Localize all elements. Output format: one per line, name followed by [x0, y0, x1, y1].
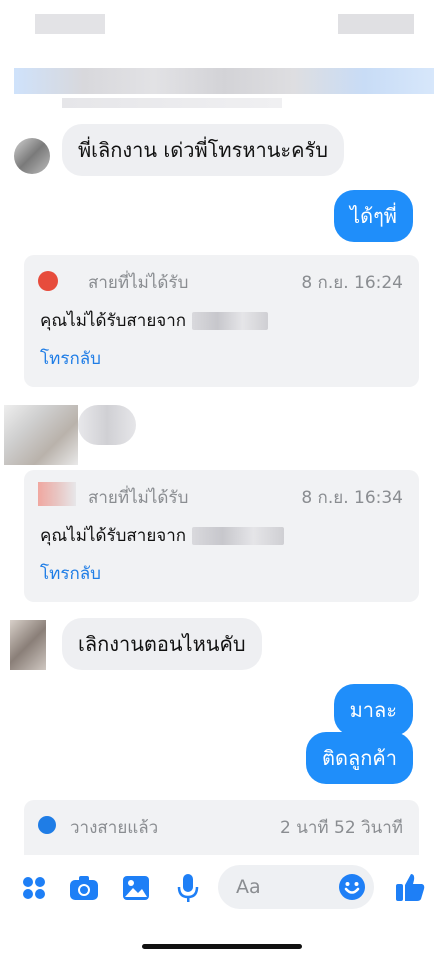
- call-status: สายที่ไม่ได้รับ: [88, 488, 189, 508]
- outgoing-message: ติดลูกค้า: [306, 732, 413, 784]
- outgoing-message: ได้ๆพี่: [334, 190, 413, 242]
- call-time: 8 ก.ย. 16:34: [301, 488, 403, 508]
- message-text: ติดลูกค้า: [306, 732, 413, 784]
- message-text: พี่เลิกงาน เด่วพี่โทรหานะครับ: [62, 124, 344, 176]
- missed-call-icon: [38, 271, 58, 291]
- call-status: สายที่ไม่ได้รับ: [88, 273, 189, 293]
- call-time: 8 ก.ย. 16:24: [301, 273, 403, 293]
- avatar: [14, 138, 50, 174]
- missed-call-icon: [38, 482, 76, 506]
- call-back-button[interactable]: โทรกลับ: [40, 345, 101, 372]
- call-time: 2 นาที 52 วินาที: [280, 818, 403, 838]
- home-indicator: [142, 944, 302, 949]
- blurred-name: [192, 312, 269, 330]
- missed-call-card: สายที่ไม่ได้รับ 8 ก.ย. 16:34 คุณไม่ได้รั…: [24, 470, 419, 602]
- missed-call-card: สายที่ไม่ได้รับ 8 ก.ย. 16:24 คุณไม่ได้รั…: [24, 255, 419, 387]
- message-text: มาละ: [333, 684, 413, 736]
- gallery-icon[interactable]: [120, 872, 152, 904]
- camera-icon[interactable]: [68, 872, 100, 904]
- grid-icon[interactable]: [18, 872, 50, 904]
- message-text: ได้ๆพี่: [334, 190, 413, 242]
- phone-icon: [38, 816, 56, 834]
- blurred-name: [192, 527, 285, 545]
- emoji-icon[interactable]: [338, 873, 366, 905]
- call-body: คุณไม่ได้รับสายจาก: [40, 307, 269, 334]
- call-status: วางสายแล้ว: [70, 818, 159, 838]
- call-body: คุณไม่ได้รับสายจาก: [40, 522, 285, 549]
- input-placeholder: Aa: [236, 876, 261, 898]
- call-back-button[interactable]: โทรกลับ: [40, 560, 101, 587]
- top-header-blurred: [0, 0, 443, 108]
- message-input[interactable]: Aa: [218, 865, 374, 909]
- message-text: เลิกงานตอนไหนคับ: [62, 618, 262, 670]
- incoming-message: พี่เลิกงาน เด่วพี่โทรหานะครับ: [62, 124, 344, 176]
- outgoing-message: มาละ: [333, 684, 413, 736]
- mic-icon[interactable]: [172, 872, 204, 904]
- blurred-message: [78, 405, 136, 445]
- like-icon[interactable]: [392, 869, 428, 905]
- incoming-message: เลิกงานตอนไหนคับ: [62, 618, 262, 670]
- blurred-avatar: [4, 405, 78, 465]
- avatar: [10, 620, 46, 670]
